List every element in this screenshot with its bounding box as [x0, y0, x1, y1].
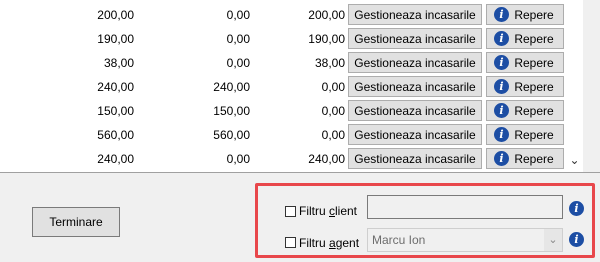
- repere-button[interactable]: i Repere: [486, 4, 564, 25]
- table-row: 150,00 150,00 0,00 Gestioneaza incasarile i R…: [0, 98, 583, 122]
- client-info-icon[interactable]: i: [569, 201, 584, 216]
- amount-paid-cell: 0,00: [226, 56, 250, 70]
- repere-label: Repere: [514, 8, 554, 22]
- filter-agent-checkbox[interactable]: [285, 237, 296, 248]
- filter-client-checkbox[interactable]: [285, 206, 296, 217]
- info-icon: i: [494, 79, 509, 94]
- grid-scrollbar[interactable]: [566, 0, 583, 172]
- repere-label: Repere: [514, 80, 554, 94]
- scroll-down-arrow-icon[interactable]: ⌄: [566, 152, 583, 169]
- manage-payments-button[interactable]: Gestioneaza incasarile: [348, 28, 482, 49]
- amount-paid-cell: 240,00: [213, 80, 250, 94]
- manage-payments-button[interactable]: Gestioneaza incasarile: [348, 76, 482, 97]
- manage-payments-button[interactable]: Gestioneaza incasarile: [348, 4, 482, 25]
- amount-total-cell: 240,00: [97, 152, 134, 166]
- agent-info-icon[interactable]: i: [569, 232, 584, 247]
- grid-bottom-divider: [0, 172, 600, 173]
- amount-remaining-cell: 240,00: [308, 152, 345, 166]
- table-row: 190,00 0,00 190,00 Gestioneaza incasarile i R…: [0, 26, 583, 50]
- amount-remaining-cell: 200,00: [308, 8, 345, 22]
- manage-payments-button[interactable]: Gestioneaza incasarile: [348, 124, 482, 145]
- amount-remaining-cell: 0,00: [321, 128, 345, 142]
- amount-paid-cell: 0,00: [226, 32, 250, 46]
- table-row: 240,00 240,00 0,00 Gestioneaza incasarile i R…: [0, 74, 583, 98]
- amount-paid-cell: 0,00: [226, 8, 250, 22]
- table-row: 200,00 0,00 200,00 Gestioneaza incasarile i R…: [0, 2, 583, 26]
- amount-paid-cell: 0,00: [226, 152, 250, 166]
- amount-total-cell: 190,00: [97, 32, 134, 46]
- manage-payments-button[interactable]: Gestioneaza incasarile: [348, 148, 482, 169]
- amount-paid-cell: 560,00: [213, 128, 250, 142]
- filter-client-label[interactable]: Filtru client: [299, 204, 357, 218]
- payments-grid: 200,00 0,00 200,00 Gestioneaza incasarile i R…: [0, 0, 583, 172]
- repere-button[interactable]: i Repere: [486, 148, 564, 169]
- amount-total-cell: 240,00: [97, 80, 134, 94]
- info-icon: i: [494, 103, 509, 118]
- repere-button[interactable]: i Repere: [486, 28, 564, 49]
- filter-agent-label[interactable]: Filtru agent: [299, 236, 359, 250]
- repere-label: Repere: [514, 56, 554, 70]
- amount-total-cell: 200,00: [97, 8, 134, 22]
- amount-total-cell: 150,00: [97, 104, 134, 118]
- terminare-button[interactable]: Terminare: [32, 207, 120, 237]
- repere-button[interactable]: i Repere: [486, 124, 564, 145]
- manage-payments-button[interactable]: Gestioneaza incasarile: [348, 52, 482, 73]
- agent-select-value: Marcu Ion: [372, 233, 426, 247]
- manage-payments-button[interactable]: Gestioneaza incasarile: [348, 100, 482, 121]
- chevron-down-icon[interactable]: ⌄: [544, 229, 562, 251]
- amount-total-cell: 560,00: [97, 128, 134, 142]
- repere-label: Repere: [514, 104, 554, 118]
- repere-label: Repere: [514, 128, 554, 142]
- info-icon: i: [494, 31, 509, 46]
- table-row: 38,00 0,00 38,00 Gestioneaza incasarile i Rep…: [0, 50, 583, 74]
- repere-button[interactable]: i Repere: [486, 76, 564, 97]
- table-row: 560,00 560,00 0,00 Gestioneaza incasarile i R…: [0, 122, 583, 146]
- info-icon: i: [494, 127, 509, 142]
- info-icon: i: [494, 55, 509, 70]
- repere-label: Repere: [514, 152, 554, 166]
- repere-label: Repere: [514, 32, 554, 46]
- amount-remaining-cell: 0,00: [321, 104, 345, 118]
- repere-button[interactable]: i Repere: [486, 52, 564, 73]
- info-icon: i: [494, 151, 509, 166]
- table-row: 240,00 0,00 240,00 Gestioneaza incasarile i R…: [0, 146, 583, 170]
- filter-client-input[interactable]: [367, 195, 563, 219]
- amount-remaining-cell: 190,00: [308, 32, 345, 46]
- info-icon: i: [494, 7, 509, 22]
- amount-total-cell: 38,00: [103, 56, 134, 70]
- amount-remaining-cell: 0,00: [321, 80, 345, 94]
- amount-paid-cell: 150,00: [213, 104, 250, 118]
- repere-button[interactable]: i Repere: [486, 100, 564, 121]
- filter-agent-select[interactable]: Marcu Ion ⌄: [367, 228, 563, 252]
- amount-remaining-cell: 38,00: [314, 56, 345, 70]
